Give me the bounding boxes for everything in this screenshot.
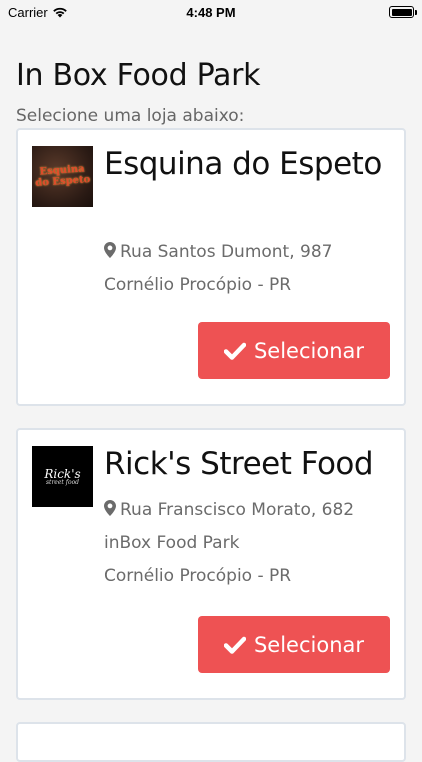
select-button-label: Selecionar xyxy=(253,338,365,363)
page-title: In Box Food Park xyxy=(16,58,261,93)
page-subtitle: Selecione uma loja abaixo: xyxy=(16,106,245,126)
store-address-text: Rua Franscisco Morato, 682 xyxy=(120,500,355,520)
store-city: Cornélio Procópio - PR xyxy=(104,566,292,586)
store-logo: Rick's street food xyxy=(32,446,93,507)
store-address-line: Rua Santos Dumont, 987 xyxy=(104,236,394,269)
wifi-icon xyxy=(52,7,67,18)
check-icon xyxy=(223,636,246,654)
battery-icon xyxy=(389,6,417,18)
store-logo-text: Esquina do Espeto xyxy=(34,163,91,189)
select-button-label: Selecionar xyxy=(253,632,365,657)
select-store-button[interactable]: Selecionar xyxy=(198,322,390,379)
store-address-line: Rua Franscisco Morato, 682 xyxy=(104,494,394,527)
store-card[interactable] xyxy=(16,722,406,762)
store-name: Rick's Street Food xyxy=(104,446,374,482)
carrier-label: Carrier xyxy=(8,4,48,20)
store-address-text: Rua Santos Dumont, 987 xyxy=(120,242,333,262)
map-marker-icon xyxy=(104,500,116,516)
store-logo-text: Rick's street food xyxy=(44,468,80,486)
status-left: Carrier xyxy=(8,5,68,20)
store-city: Cornélio Procópio - PR xyxy=(104,275,292,295)
store-name: Esquina do Espeto xyxy=(104,146,382,182)
store-card: Esquina do Espeto Esquina do Espeto Rua … xyxy=(16,128,406,406)
store-logo-subtitle: street food xyxy=(45,478,80,486)
store-card: Rick's street food Rick's Street Food Ru… xyxy=(16,428,406,700)
store-address-complement: inBox Food Park xyxy=(104,533,240,553)
select-store-button[interactable]: Selecionar xyxy=(198,616,390,673)
status-bar: Carrier 4:48 PM xyxy=(0,0,422,24)
store-logo: Esquina do Espeto xyxy=(32,146,93,207)
check-icon xyxy=(223,342,246,360)
map-marker-icon xyxy=(104,242,116,258)
